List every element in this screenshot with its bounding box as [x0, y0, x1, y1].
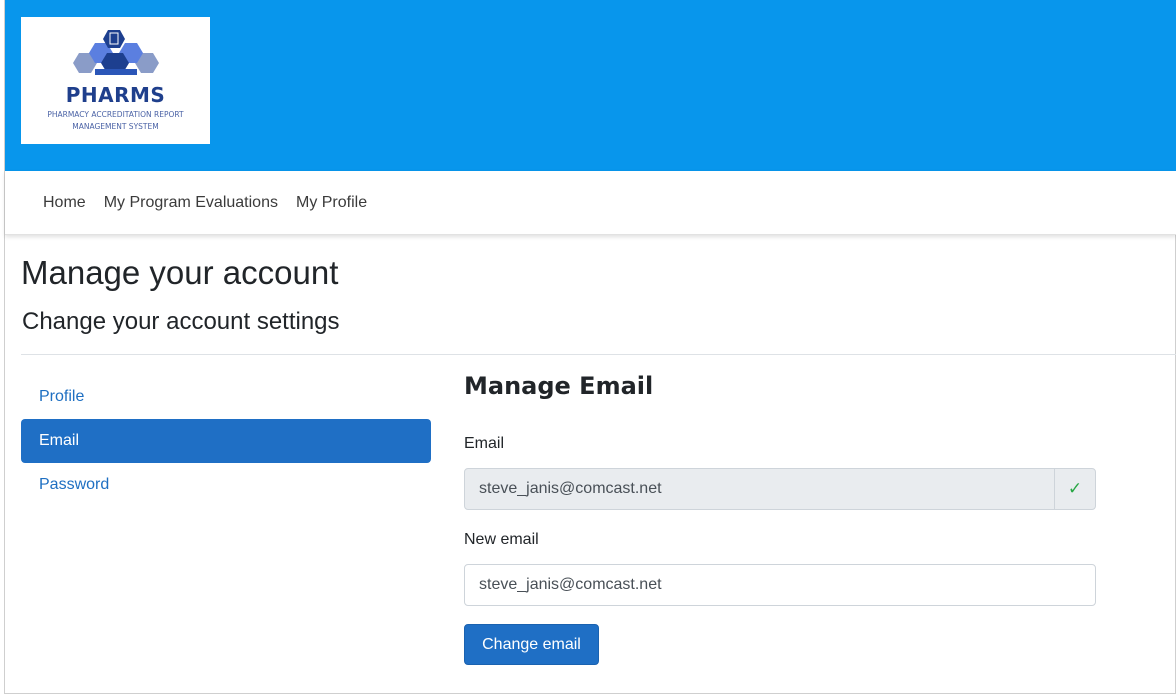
- logo-name: PHARMS: [65, 83, 166, 107]
- new-email-input[interactable]: [464, 564, 1096, 606]
- sidebar-item-password[interactable]: Password: [21, 463, 431, 507]
- logo-subtitle: PHARMACY ACCREDITATION REPORT MANAGEMENT…: [25, 109, 206, 133]
- current-email-field: steve_janis@comcast.net ✓: [464, 468, 1096, 510]
- logo-subtitle-line2: MANAGEMENT SYSTEM: [72, 122, 159, 131]
- pharms-logo[interactable]: PHARMS PHARMACY ACCREDITATION REPORT MAN…: [21, 17, 210, 144]
- app-frame: PHARMS PHARMACY ACCREDITATION REPORT MAN…: [4, 0, 1176, 694]
- nav-home[interactable]: Home: [43, 194, 86, 212]
- page-title: Manage your account: [21, 254, 339, 291]
- divider: [21, 354, 1176, 355]
- nav-my-program-evaluations[interactable]: My Program Evaluations: [104, 194, 278, 212]
- account-sidebar: Profile Email Password: [21, 375, 431, 507]
- change-email-button[interactable]: Change email: [464, 624, 599, 665]
- logo-subtitle-line1: PHARMACY ACCREDITATION REPORT: [47, 110, 184, 119]
- header-banner: PHARMS PHARMACY ACCREDITATION REPORT MAN…: [5, 0, 1176, 171]
- current-email-value: steve_janis@comcast.net: [479, 480, 662, 497]
- checkmark-icon: ✓: [1054, 469, 1095, 509]
- manage-email-panel: Manage Email Email steve_janis@comcast.n…: [464, 372, 1096, 665]
- top-navbar: Home My Program Evaluations My Profile: [5, 171, 1176, 235]
- page-subtitle: Change your account settings: [22, 308, 340, 335]
- sidebar-item-email[interactable]: Email: [21, 419, 431, 463]
- nav-my-profile[interactable]: My Profile: [296, 194, 367, 212]
- email-label: Email: [464, 435, 505, 452]
- sidebar-item-profile[interactable]: Profile: [21, 375, 431, 419]
- hexagon-logo-icon: [73, 30, 159, 75]
- manage-email-title: Manage Email: [464, 372, 654, 400]
- new-email-label: New email: [464, 531, 539, 548]
